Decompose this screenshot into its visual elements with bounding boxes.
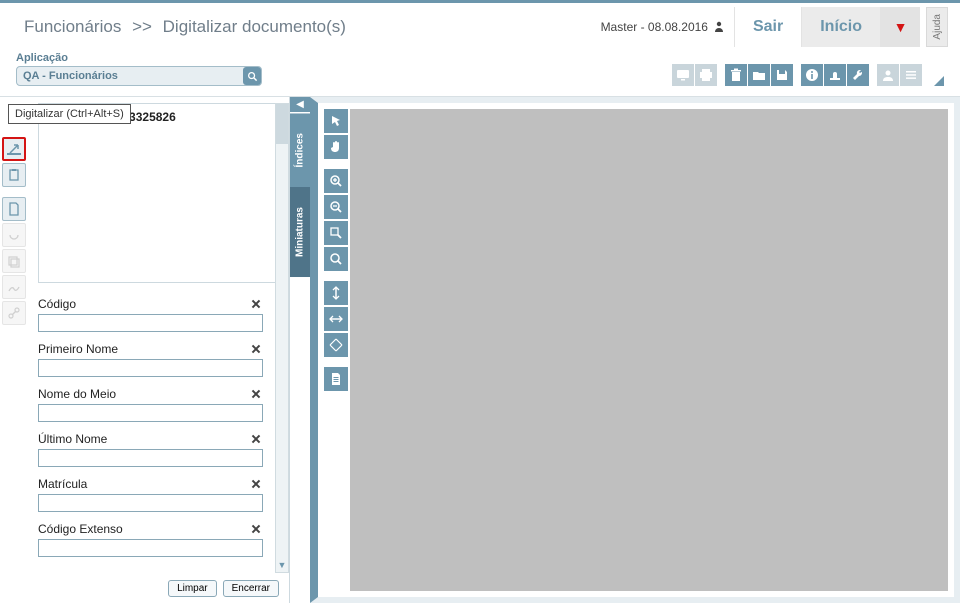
field-label: Código Extenso	[38, 522, 123, 536]
clear-field-icon[interactable]	[246, 474, 266, 494]
fit-height-icon[interactable]	[324, 281, 348, 305]
ultimo-nome-input[interactable]	[38, 449, 263, 467]
layers-button	[2, 249, 26, 273]
scan-button[interactable]	[2, 137, 26, 161]
clear-field-icon[interactable]	[246, 519, 266, 539]
field-label: Código	[38, 297, 76, 311]
hand-icon[interactable]	[324, 135, 348, 159]
form-buttons: Limpar Encerrar	[168, 580, 279, 597]
application-row: Aplicação	[0, 50, 960, 92]
clipboard-button[interactable]	[2, 163, 26, 187]
user-square-icon[interactable]	[877, 64, 899, 86]
clear-field-icon[interactable]	[246, 339, 266, 359]
breadcrumb-page: Digitalizar documento(s)	[163, 17, 346, 36]
list-icon[interactable]	[900, 64, 922, 86]
user-label: Master - 08.08.2016	[601, 20, 708, 34]
home-button[interactable]: Início	[801, 7, 880, 47]
codigo-extenso-input[interactable]	[38, 539, 263, 557]
field-label: Primeiro Nome	[38, 342, 118, 356]
wrench-icon[interactable]	[847, 64, 869, 86]
collapse-panel-icon[interactable]: ◀	[290, 97, 310, 113]
rotate-button	[2, 223, 26, 247]
page-button[interactable]	[2, 197, 26, 221]
tab-rail: ◀ Índices Miniaturas	[290, 97, 310, 603]
left-panel: DOC_20168813325826 Código Primeiro Nome …	[30, 97, 290, 603]
application-label: Aplicação	[16, 52, 262, 64]
viewer-canvas[interactable]	[350, 109, 948, 591]
field-label: Nome do Meio	[38, 387, 116, 401]
application-input[interactable]	[17, 70, 243, 82]
breadcrumb: Funcionários >> Digitalizar documento(s)	[24, 17, 601, 37]
trash-icon[interactable]	[725, 64, 747, 86]
top-bar: Funcionários >> Digitalizar documento(s)…	[0, 0, 960, 50]
clear-field-icon[interactable]	[246, 297, 266, 314]
user-icon	[714, 21, 724, 32]
breadcrumb-module: Funcionários	[24, 17, 121, 36]
scroll-down-icon[interactable]: ▼	[276, 558, 288, 572]
fit-width-icon[interactable]	[324, 307, 348, 331]
alert-button[interactable]: ▼	[880, 7, 920, 47]
fit-page-icon[interactable]	[324, 333, 348, 357]
zoom-out-icon[interactable]	[324, 195, 348, 219]
pointer-icon[interactable]	[324, 109, 348, 133]
close-button[interactable]: Encerrar	[223, 580, 279, 597]
primeiro-nome-input[interactable]	[38, 359, 263, 377]
document-list: DOC_20168813325826	[38, 103, 281, 283]
monitor-icon[interactable]	[672, 64, 694, 86]
field-label: Matrícula	[38, 477, 87, 491]
breadcrumb-sep: >>	[132, 17, 152, 36]
viewer-toolbar	[324, 109, 350, 591]
save-icon[interactable]	[771, 64, 793, 86]
side-toolbar	[0, 97, 30, 603]
clear-field-icon[interactable]	[246, 384, 266, 404]
viewer	[310, 97, 960, 603]
help-tab[interactable]: Ajuda	[926, 7, 948, 47]
search-icon[interactable]	[243, 67, 261, 85]
index-form: Código Primeiro Nome Nome do Meio Último…	[38, 297, 281, 595]
application-select[interactable]	[16, 66, 262, 86]
application-block: Aplicação	[16, 52, 262, 86]
document-icon[interactable]	[324, 367, 348, 391]
clear-button[interactable]: Limpar	[168, 580, 217, 597]
zoom-reset-icon[interactable]	[324, 247, 348, 271]
signature-button	[2, 275, 26, 299]
user-area: Master - 08.08.2016	[601, 20, 724, 34]
main: DOC_20168813325826 Código Primeiro Nome …	[0, 96, 960, 603]
field-label: Último Nome	[38, 432, 107, 446]
nome-meio-input[interactable]	[38, 404, 263, 422]
top-toolbar	[672, 64, 944, 86]
triangle-down-icon: ▼	[894, 19, 908, 35]
stamp-icon[interactable]	[824, 64, 846, 86]
info-icon[interactable]	[801, 64, 823, 86]
zoom-region-icon[interactable]	[324, 221, 348, 245]
clear-field-icon[interactable]	[246, 429, 266, 449]
tab-miniaturas[interactable]: Miniaturas	[290, 187, 310, 277]
expand-toggle-icon[interactable]	[934, 76, 944, 86]
zoom-in-icon[interactable]	[324, 169, 348, 193]
print-icon[interactable]	[695, 64, 717, 86]
scroll-thumb[interactable]	[276, 104, 288, 144]
tab-indices[interactable]: Índices	[290, 113, 310, 187]
link-button	[2, 301, 26, 325]
scrollbar[interactable]: ▲ ▼	[275, 103, 289, 573]
matricula-input[interactable]	[38, 494, 263, 512]
logout-button[interactable]: Sair	[734, 7, 801, 47]
codigo-input[interactable]	[38, 314, 263, 332]
tooltip-scan: Digitalizar (Ctrl+Alt+S)	[8, 104, 131, 124]
folder-icon[interactable]	[748, 64, 770, 86]
